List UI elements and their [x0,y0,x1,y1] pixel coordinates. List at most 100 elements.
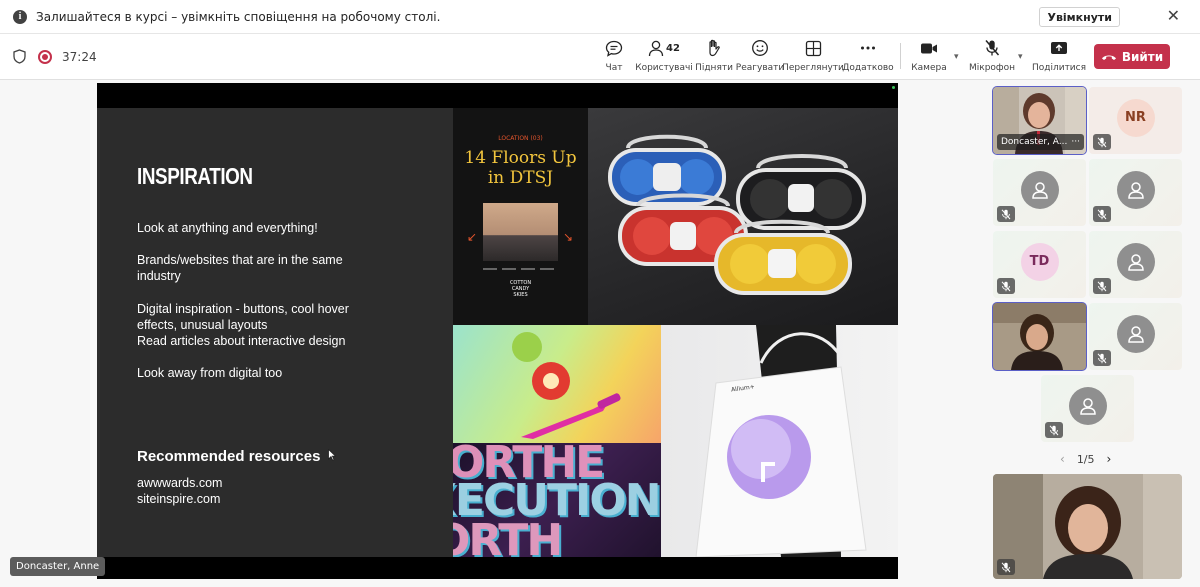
poster-progress-dots [483,268,558,270]
mic-button[interactable]: Мікрофон [969,38,1015,76]
speakers-illustration [608,134,866,295]
slide-line-5: effects, unusual layouts [137,318,268,332]
arrow-right-icon: ↘ [563,230,574,244]
meeting-toolbar: 37:24 Чат 42 Користувачі Підняти Реагува… [0,34,1200,80]
more-dots-icon [860,38,876,58]
resource-link-1: awwwards.com [137,476,223,490]
arrow-left-icon: ↙ [467,230,478,244]
person-icon [1020,170,1059,209]
mouse-cursor-icon [328,449,336,461]
people-label: Користувачі [635,63,693,73]
people-icon: 42 [648,38,680,58]
tote-bag-image: Allium+ [661,325,898,557]
self-video-tile[interactable] [993,474,1182,579]
gallery-page-indicator: 1/5 [1076,452,1095,466]
leave-button[interactable]: Вийти [1094,44,1170,69]
mic-label: Мікрофон [969,63,1016,73]
participant-avatar-td: TD [1020,242,1059,281]
slide-line-7: Look away from digital too [137,366,283,380]
participant-more-icon[interactable]: ··· [1071,137,1080,147]
poster-caption-3: SKIES [513,292,528,298]
camera-options-chevron-icon[interactable]: ▾ [954,52,959,62]
view-label: Переглянути [782,63,844,73]
poster-image: LOCATION (03) 14 Floors Up in DTSJ ↙ ↘ C… [453,108,588,325]
info-icon: i [13,9,27,24]
participant-tile-9[interactable] [1041,375,1134,442]
resources-heading: Recommended resources [137,448,321,465]
slide-line-4: Digital inspiration - buttons, cool hove… [137,302,349,316]
camera-label: Камера [911,63,947,73]
notification-bar: i Залишайтеся в курсі – увімкніть сповіщ… [0,0,1200,34]
raise-hand-button[interactable]: Підняти [695,38,733,76]
apple-knife-image [453,325,661,443]
notification-text: Залишайтеся в курсі – увімкніть сповіщен… [36,9,441,24]
speakers-image [588,108,898,325]
share-button[interactable]: Поділитися [1031,38,1087,76]
chat-button[interactable]: Чат [601,38,627,76]
shared-screen: INSPIRATION Look at anything and everyth… [97,83,898,579]
emoji-icon [751,38,769,58]
presenter-indicator-dot [892,86,895,89]
mic-off-icon [997,559,1015,575]
teams-meeting-window: i Залишайтеся в курсі – увімкніть сповіщ… [0,0,1200,587]
toolbar-divider [900,43,901,69]
share-label: Поділитися [1031,63,1087,73]
typography-art-image: ORTHE XECUTION ORTH [453,443,661,557]
participant-tile-td[interactable]: TD [993,231,1086,298]
shield-icon[interactable] [13,49,26,64]
self-video [993,474,1182,579]
participant-name-tag: Doncaster, A... ··· [997,134,1084,150]
slide-line-6: Read articles about interactive design [137,334,346,348]
react-label: Реагувати [735,63,785,73]
more-button[interactable]: Додатково [842,38,894,76]
poster-photo [483,203,558,261]
people-button[interactable]: 42 Користувачі [635,38,693,76]
chat-label: Чат [605,63,623,73]
participants-count: 42 [666,42,680,54]
participant-tile-8[interactable] [1089,303,1182,370]
type-art-line-3: ORTH [453,515,563,557]
mic-off-icon [984,38,1000,58]
chevron-right-icon[interactable]: › [1107,452,1112,466]
person-icon [1068,386,1107,425]
mic-off-icon [1093,350,1111,366]
camera-button[interactable]: Камера [911,38,947,76]
leave-label: Вийти [1121,49,1164,64]
share-screen-icon [1050,38,1068,58]
camera-icon [920,38,938,58]
mic-off-icon [1093,134,1111,150]
person-icon [1116,314,1155,353]
mic-off-icon [1093,206,1111,222]
gallery-pager: ‹ 1/5 › [1060,452,1111,466]
recording-icon [38,50,52,64]
participant-tile-video-2[interactable] [992,302,1087,371]
meeting-timer: 37:24 [62,50,97,64]
close-icon[interactable]: ✕ [1167,6,1180,26]
view-button[interactable]: Переглянути [782,38,844,76]
meeting-stage: INSPIRATION Look at anything and everyth… [0,80,1200,587]
mic-off-icon [997,278,1015,294]
chevron-left-icon[interactable]: ‹ [1060,452,1065,466]
mic-off-icon [1093,278,1111,294]
tote-bag-illustration [695,325,867,557]
slide-title: INSPIRATION [137,163,253,189]
enable-notifications-button[interactable]: Увімкнути [1039,7,1120,27]
poster-location-label: LOCATION (03) [498,135,543,142]
slide-line-3: industry [137,269,181,283]
participant-tile-nr[interactable]: NR [1089,87,1182,154]
presenter-name-tag: Doncaster, Anne [10,557,106,576]
mic-options-chevron-icon[interactable]: ▾ [1018,52,1023,62]
participant-tile-6[interactable] [1089,231,1182,298]
react-button[interactable]: Реагувати [735,38,785,76]
slide-text-panel: INSPIRATION Look at anything and everyth… [97,108,453,557]
participant-tile-doncaster[interactable]: Doncaster, A... ··· [992,86,1087,155]
participant-tile-3[interactable] [993,159,1086,226]
poster-headline-1: 14 Floors Up [464,148,577,168]
participant-video-2 [993,303,1086,370]
more-label: Додатково [842,63,894,73]
chat-icon [605,38,623,58]
phone-hangup-icon [1101,55,1116,60]
person-icon [1116,170,1155,209]
participant-tile-4[interactable] [1089,159,1182,226]
resource-link-2: siteinspire.com [137,492,221,506]
